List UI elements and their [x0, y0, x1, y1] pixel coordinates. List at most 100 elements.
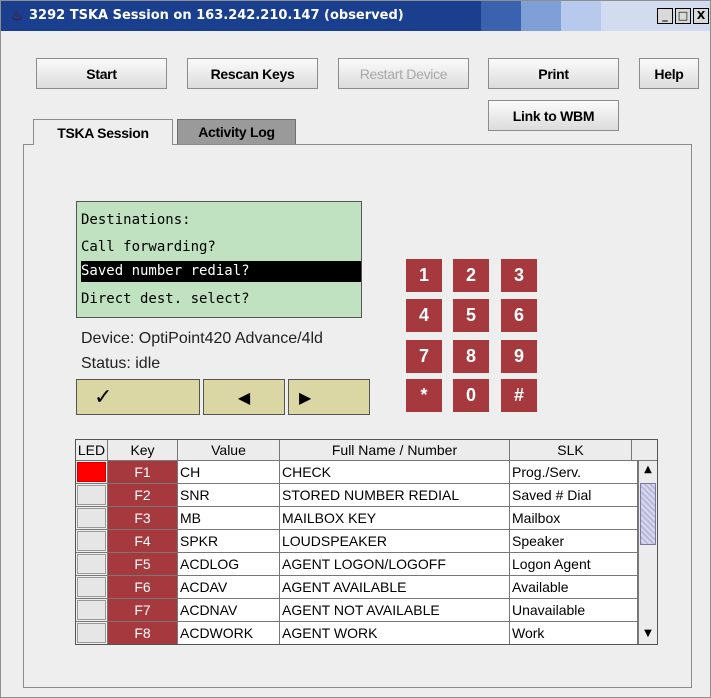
- led-off-indicator: [77, 554, 106, 574]
- tab-activity-log[interactable]: Activity Log: [177, 119, 296, 145]
- table-row-slk[interactable]: Speaker: [510, 530, 638, 553]
- table-row-led: [76, 530, 108, 553]
- arrow-left-icon: ◀: [237, 387, 251, 407]
- table-row-slk[interactable]: Prog./Serv.: [510, 461, 638, 484]
- scrollbar-thumb[interactable]: [640, 483, 656, 545]
- table-row-key[interactable]: F5: [108, 553, 178, 576]
- phone-display: Destinations: Call forwarding? Saved num…: [76, 201, 362, 318]
- table-row-led: [76, 507, 108, 530]
- keypad-key-7[interactable]: 7: [406, 340, 442, 373]
- keypad-key-9[interactable]: 9: [501, 340, 537, 373]
- right-arrow-button[interactable]: ▶: [288, 379, 370, 415]
- table-row-value[interactable]: ACDAV: [178, 576, 280, 599]
- keypad-key-star[interactable]: *: [406, 379, 442, 412]
- scroll-down-icon[interactable]: ▼: [641, 627, 655, 641]
- table-row-led: [76, 461, 108, 484]
- table-row-name[interactable]: LOUDSPEAKER: [280, 530, 510, 553]
- table-row-name[interactable]: CHECK: [280, 461, 510, 484]
- table-row-slk[interactable]: Available: [510, 576, 638, 599]
- rescan-keys-button[interactable]: Rescan Keys: [187, 58, 318, 89]
- table-row-value[interactable]: ACDWORK: [178, 622, 280, 644]
- keypad-key-5[interactable]: 5: [453, 299, 489, 332]
- keypad-key-1[interactable]: 1: [406, 259, 442, 292]
- title-bar-gradient: [481, 1, 521, 31]
- led-off-indicator: [77, 485, 106, 505]
- table-row-key[interactable]: F2: [108, 484, 178, 507]
- table-row-slk[interactable]: Logon Agent: [510, 553, 638, 576]
- column-header-key[interactable]: Key: [108, 440, 178, 461]
- table-row-key[interactable]: F8: [108, 622, 178, 644]
- ok-button[interactable]: ✓: [76, 379, 200, 415]
- table-row-led: [76, 599, 108, 622]
- java-app-icon: ♨: [11, 8, 24, 24]
- table-row-key[interactable]: F3: [108, 507, 178, 530]
- column-header-filler: [632, 440, 657, 461]
- table-row-key[interactable]: F7: [108, 599, 178, 622]
- table-row-slk[interactable]: Unavailable: [510, 599, 638, 622]
- keypad-key-0[interactable]: 0: [453, 379, 489, 412]
- table-row-name[interactable]: AGENT WORK: [280, 622, 510, 644]
- display-line: Direct dest. select?: [81, 291, 250, 307]
- table-row-key[interactable]: F4: [108, 530, 178, 553]
- column-header-full-name[interactable]: Full Name / Number: [280, 440, 510, 461]
- column-header-slk[interactable]: SLK: [510, 440, 632, 461]
- table-row-value[interactable]: SNR: [178, 484, 280, 507]
- close-button[interactable]: X: [693, 8, 709, 24]
- tab-tska-session[interactable]: TSKA Session: [33, 119, 173, 145]
- table-row-led: [76, 576, 108, 599]
- left-arrow-button[interactable]: ◀: [203, 379, 285, 415]
- table-row-value[interactable]: ACDNAV: [178, 599, 280, 622]
- led-off-indicator: [77, 600, 106, 620]
- keypad-key-6[interactable]: 6: [501, 299, 537, 332]
- keypad-key-4[interactable]: 4: [406, 299, 442, 332]
- minimize-button[interactable]: _: [657, 8, 673, 24]
- restart-device-button[interactable]: Restart Device: [338, 58, 469, 89]
- table-row-name[interactable]: AGENT AVAILABLE: [280, 576, 510, 599]
- title-bar-gradient: [561, 1, 601, 31]
- table-row-name[interactable]: MAILBOX KEY: [280, 507, 510, 530]
- display-line-selected: Saved number redial?: [81, 261, 361, 282]
- table-row-led: [76, 484, 108, 507]
- table-row-value[interactable]: SPKR: [178, 530, 280, 553]
- checkmark-icon: ✓: [94, 384, 113, 410]
- keypad-key-8[interactable]: 8: [453, 340, 489, 373]
- table-row-slk[interactable]: Mailbox: [510, 507, 638, 530]
- table-row-led: [76, 622, 108, 644]
- table-row-slk[interactable]: Work: [510, 622, 638, 644]
- led-off-indicator: [77, 577, 106, 597]
- led-off-indicator: [77, 508, 106, 528]
- table-row-value[interactable]: MB: [178, 507, 280, 530]
- window-title: 3292 TSKA Session on 163.242.210.147 (ob…: [29, 8, 404, 23]
- keypad-key-2[interactable]: 2: [453, 259, 489, 292]
- keypad-key-hash[interactable]: #: [501, 379, 537, 412]
- table-row-key[interactable]: F1: [108, 461, 178, 484]
- table-row-name[interactable]: STORED NUMBER REDIAL: [280, 484, 510, 507]
- device-label: Device: OptiPoint420 Advance/4ld: [81, 330, 323, 347]
- display-line: Call forwarding?: [81, 239, 216, 255]
- table-row-slk[interactable]: Saved # Dial: [510, 484, 638, 507]
- scroll-up-icon[interactable]: ▲: [641, 463, 655, 477]
- led-off-indicator: [77, 531, 106, 551]
- table-scrollbar[interactable]: ▲ ▼: [638, 461, 657, 644]
- print-button[interactable]: Print: [488, 58, 619, 89]
- maximize-button[interactable]: □: [675, 8, 691, 24]
- led-off-indicator: [77, 623, 106, 643]
- table-row-value[interactable]: ACDLOG: [178, 553, 280, 576]
- keypad-key-3[interactable]: 3: [501, 259, 537, 292]
- display-line: Destinations:: [81, 212, 191, 228]
- table-row-key[interactable]: F6: [108, 576, 178, 599]
- table-row-name[interactable]: AGENT LOGON/LOGOFF: [280, 553, 510, 576]
- led-on-indicator: [77, 462, 106, 482]
- table-row-led: [76, 553, 108, 576]
- help-button[interactable]: Help: [639, 58, 699, 89]
- table-row-name[interactable]: AGENT NOT AVAILABLE: [280, 599, 510, 622]
- tska-session-window: ♨ 3292 TSKA Session on 163.242.210.147 (…: [0, 0, 711, 698]
- column-header-led[interactable]: LED: [76, 440, 108, 461]
- column-header-value[interactable]: Value: [178, 440, 280, 461]
- link-to-wbm-button[interactable]: Link to WBM: [488, 100, 619, 131]
- start-button[interactable]: Start: [36, 58, 167, 89]
- status-label: Status: idle: [81, 355, 161, 372]
- table-row-value[interactable]: CH: [178, 461, 280, 484]
- arrow-right-icon: ▶: [299, 387, 312, 407]
- title-bar[interactable]: ♨ 3292 TSKA Session on 163.242.210.147 (…: [1, 1, 710, 31]
